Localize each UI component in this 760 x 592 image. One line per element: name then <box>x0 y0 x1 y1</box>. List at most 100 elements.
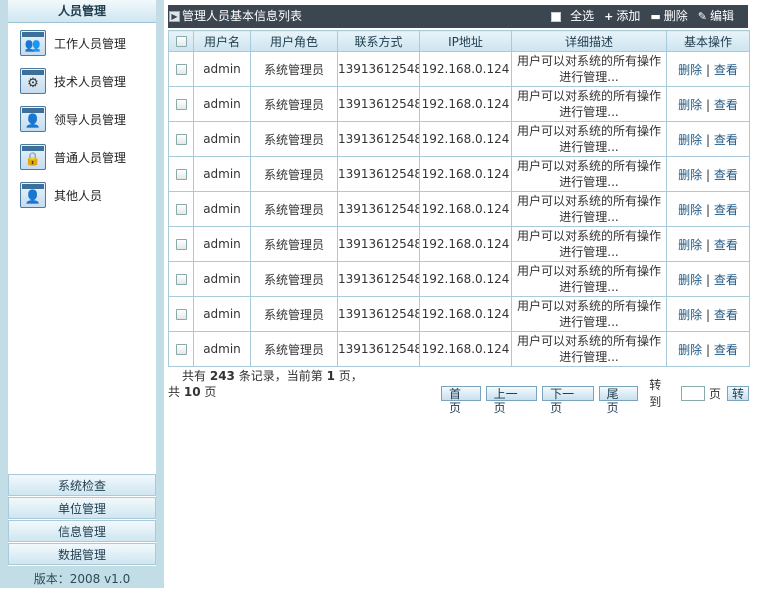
go-button[interactable]: 转 <box>726 385 749 401</box>
cell-ip: 192.168.0.124 <box>419 51 512 87</box>
sidebar-item-0[interactable]: 👥 工作人员管理 <box>8 24 156 62</box>
op-separator: | <box>705 62 711 77</box>
sidebar-bottom-item-2[interactable]: 信息管理 <box>8 520 156 542</box>
total-records: 243 <box>209 369 235 383</box>
cell-ip: 192.168.0.124 <box>419 296 512 332</box>
header-username: 用户名 <box>193 30 251 52</box>
row-delete-link[interactable]: 删除 <box>678 343 702 357</box>
row-select-cell[interactable] <box>168 121 194 157</box>
row-checkbox[interactable] <box>175 64 187 75</box>
row-delete-link[interactable]: 删除 <box>678 133 702 147</box>
sidebar-item-1[interactable]: ⚙ 技术人员管理 <box>8 62 156 100</box>
cell-description: 用户可以对系统的所有操作进行管理... <box>511 191 667 227</box>
goto-page-input[interactable] <box>680 385 705 401</box>
row-select-cell[interactable] <box>168 296 194 332</box>
row-delete-link[interactable]: 删除 <box>678 238 702 252</box>
cell-role: 系统管理员 <box>250 296 338 332</box>
row-select-cell[interactable] <box>168 331 194 367</box>
list-title: 管理人员基本信息列表 <box>182 9 303 23</box>
header-checkbox[interactable] <box>175 36 187 47</box>
gear-icon: ⚙ <box>20 68 46 94</box>
trash-icon: ▬ <box>650 10 661 23</box>
cell-ip: 192.168.0.124 <box>419 121 512 157</box>
pager-records-text: 条记录，当前第 <box>238 369 323 383</box>
first-page-button[interactable]: 首页 <box>441 385 481 415</box>
list-title-icon: ▶ <box>169 11 180 22</box>
leader-user-icon: 👤 <box>20 106 46 132</box>
cell-username: admin <box>193 331 251 367</box>
sidebar-item-3[interactable]: 🔒 普通人员管理 <box>8 138 156 176</box>
cell-username: admin <box>193 156 251 192</box>
row-view-link[interactable]: 查看 <box>714 133 738 147</box>
prev-page-button[interactable]: 上一页 <box>485 385 538 415</box>
cell-ip: 192.168.0.124 <box>419 331 512 367</box>
row-delete-link[interactable]: 删除 <box>678 308 702 322</box>
cell-operations: 删除 | 查看 <box>666 121 750 157</box>
cell-operations: 删除 | 查看 <box>666 191 750 227</box>
row-view-link[interactable]: 查看 <box>714 273 738 287</box>
last-page-button[interactable]: 尾页 <box>598 385 639 415</box>
row-delete-link[interactable]: 删除 <box>678 98 702 112</box>
row-view-link[interactable]: 查看 <box>714 343 738 357</box>
row-checkbox[interactable] <box>175 204 187 215</box>
row-select-cell[interactable] <box>168 191 194 227</box>
row-select-cell[interactable] <box>168 226 194 262</box>
next-page-button[interactable]: 下一页 <box>542 385 594 415</box>
row-view-link[interactable]: 查看 <box>714 168 738 182</box>
sidebar-item-label: 普通人员管理 <box>54 150 127 165</box>
sidebar-item-label: 工作人员管理 <box>54 36 127 51</box>
row-checkbox[interactable] <box>175 239 187 250</box>
row-select-cell[interactable] <box>168 51 194 87</box>
cell-username: admin <box>193 51 251 87</box>
row-delete-link[interactable]: 删除 <box>678 273 702 287</box>
op-separator: | <box>705 132 711 147</box>
row-view-link[interactable]: 查看 <box>714 98 738 112</box>
cell-role: 系统管理员 <box>250 51 338 87</box>
row-checkbox[interactable] <box>175 309 187 320</box>
row-checkbox[interactable] <box>175 274 187 285</box>
row-view-link[interactable]: 查看 <box>714 308 738 322</box>
delete-button[interactable]: ▬ 删除 <box>650 5 687 28</box>
sidebar-bottom-item-3[interactable]: 数据管理 <box>8 543 156 565</box>
table-row: admin 系统管理员 13913612548 192.168.0.124 用户可以对系… <box>168 226 750 262</box>
row-view-link[interactable]: 查看 <box>714 203 738 217</box>
cell-ip: 192.168.0.124 <box>419 86 512 122</box>
row-checkbox[interactable] <box>175 169 187 180</box>
row-delete-link[interactable]: 删除 <box>678 168 702 182</box>
sidebar-bottom-item-1[interactable]: 单位管理 <box>8 497 156 519</box>
delete-label: 删除 <box>663 9 688 23</box>
sidebar-item-2[interactable]: 👤 领导人员管理 <box>8 100 156 138</box>
cell-ip: 192.168.0.124 <box>419 261 512 297</box>
row-checkbox[interactable] <box>175 344 187 355</box>
row-checkbox[interactable] <box>175 99 187 110</box>
sidebar-header[interactable]: 人员管理 <box>8 0 156 23</box>
row-view-link[interactable]: 查看 <box>714 238 738 252</box>
staff-users-icon: 👥 <box>20 30 46 56</box>
sidebar-item-4[interactable]: 👤 其他人员 <box>8 176 156 214</box>
cell-description: 用户可以对系统的所有操作进行管理... <box>511 86 667 122</box>
cell-username: admin <box>193 226 251 262</box>
select-all-button[interactable]: 全选 <box>551 5 594 28</box>
cell-username: admin <box>193 191 251 227</box>
edit-button[interactable]: ✎ 编辑 <box>698 5 734 28</box>
cell-operations: 删除 | 查看 <box>666 296 750 332</box>
cell-operations: 删除 | 查看 <box>666 86 750 122</box>
header-phone: 联系方式 <box>337 30 420 52</box>
op-separator: | <box>705 237 711 252</box>
header-operations: 基本操作 <box>666 30 750 52</box>
row-view-link[interactable]: 查看 <box>714 63 738 77</box>
select-all-checkbox-icon[interactable] <box>551 11 562 22</box>
row-select-cell[interactable] <box>168 261 194 297</box>
sidebar-menu: 👥 工作人员管理 ⚙ 技术人员管理 👤 领导人员管理 🔒 普通人员管理 👤 其他人员 <box>8 24 156 214</box>
sidebar-bottom-item-0[interactable]: 系统检查 <box>8 474 156 496</box>
header-select[interactable] <box>168 30 194 52</box>
row-delete-link[interactable]: 删除 <box>678 63 702 77</box>
cell-role: 系统管理员 <box>250 156 338 192</box>
add-button[interactable]: + 添加 <box>604 5 640 28</box>
op-separator: | <box>705 97 711 112</box>
lock-icon: 🔒 <box>20 144 46 170</box>
row-checkbox[interactable] <box>175 134 187 145</box>
row-select-cell[interactable] <box>168 86 194 122</box>
row-select-cell[interactable] <box>168 156 194 192</box>
row-delete-link[interactable]: 删除 <box>678 203 702 217</box>
